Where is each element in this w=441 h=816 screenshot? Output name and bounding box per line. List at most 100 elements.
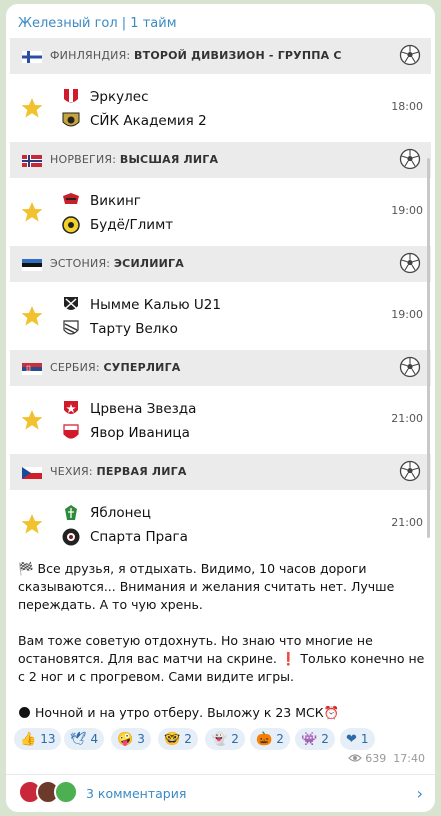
czechia-flag-icon (22, 467, 42, 479)
league-title: СУПЕРЛИГА (103, 361, 181, 374)
finland-flag-icon (22, 51, 42, 63)
team-logo-icon (64, 401, 78, 414)
team-logo-icon (64, 297, 78, 310)
reaction-emoji-icon: ❤ (346, 731, 357, 747)
reaction-count: 2 (321, 732, 329, 746)
league-name: ЧЕХИЯ: ПЕРВАЯ ЛИГА (50, 465, 187, 478)
soccer-ball-icon (399, 252, 421, 274)
team-logo-icon (65, 505, 77, 520)
team-logo-icon (64, 89, 78, 103)
soccer-ball-icon (399, 148, 421, 170)
reaction-count: 4 (90, 732, 99, 746)
serbia-flag-icon (22, 363, 42, 375)
team-name: Викинг (90, 193, 141, 209)
message-time: 17:40 (393, 752, 425, 765)
reaction-emoji-icon: 🕊 (70, 731, 87, 747)
reaction-chip[interactable]: 👻 2 (205, 728, 245, 750)
team-name: Нымме Калью U21 (90, 297, 221, 313)
team-logo-icon (63, 193, 79, 204)
reaction-count: 2 (276, 732, 284, 746)
favorite-star-icon[interactable] (20, 304, 44, 328)
match-row[interactable]: Викинг Будё/Глимт 19:00 (10, 178, 431, 246)
soccer-ball-icon (399, 356, 421, 378)
soccer-ball-icon (399, 460, 421, 482)
league-country: ЭСТОНИЯ: (50, 257, 111, 270)
reactions-bar: 👍 13 🕊 4 🤪 3 🤓 2 👻 2 🎃 2 👾 2 ❤ 1 (14, 728, 434, 752)
favorite-star-icon[interactable] (20, 512, 44, 536)
league-country: ФИНЛЯНДИЯ: (50, 49, 131, 62)
team-name: Тарту Велко (90, 321, 178, 337)
reaction-count: 2 (184, 732, 192, 746)
league-title: ЭСИЛИИГА (113, 257, 184, 270)
team-logo-icon (63, 320, 79, 335)
reaction-chip[interactable]: 🤓 2 (158, 728, 198, 750)
team-name: Эркулес (90, 89, 149, 105)
reaction-chip[interactable]: 👾 2 (295, 728, 335, 750)
league-title: ПЕРВАЯ ЛИГА (96, 465, 187, 478)
message-paragraph: 🌑 Ночной и на утро отберу. Выложу к 23 М… (18, 705, 340, 720)
commenter-avatars[interactable] (18, 780, 88, 808)
league-header: ФИНЛЯНДИЯ: ВТОРОЙ ДИВИЗИОН - ГРУППА С (10, 38, 431, 74)
channel-title[interactable]: Железный гол | 1 тайм (18, 16, 177, 31)
team-name: Спарта Прага (90, 529, 188, 545)
league-name: СЕРБИЯ: СУПЕРЛИГА (50, 361, 181, 374)
league-header: СЕРБИЯ: СУПЕРЛИГА (10, 350, 431, 386)
team-logo-icon (63, 424, 79, 439)
reaction-chip[interactable]: 🎃 2 (250, 728, 290, 750)
reaction-count: 13 (40, 732, 56, 746)
views-eye-icon (347, 754, 362, 762)
match-row[interactable]: Эркулес СЙК Академия 2 18:00 (10, 74, 431, 142)
match-row[interactable]: Нымме Калью U21 Тарту Велко 19:00 (10, 282, 431, 350)
league-country: СЕРБИЯ: (50, 361, 100, 374)
team-name: Црвена Звезда (90, 401, 197, 417)
estonia-flag-icon (22, 259, 42, 271)
soccer-ball-icon (399, 44, 421, 66)
league-header: ЧЕХИЯ: ПЕРВАЯ ЛИГА (10, 454, 431, 490)
team-logo-icon (62, 112, 80, 127)
reaction-chip[interactable]: ❤ 1 (340, 728, 375, 750)
match-time: 19:00 (391, 308, 423, 321)
team-name: Будё/Глимт (90, 217, 174, 233)
league-name: ФИНЛЯНДИЯ: ВТОРОЙ ДИВИЗИОН - ГРУППА С (50, 49, 342, 62)
match-row[interactable]: Яблонец Спарта Прага 21:00 (10, 490, 431, 552)
favorite-star-icon[interactable] (20, 200, 44, 224)
reaction-emoji-icon: 🤪 (117, 731, 134, 747)
match-time: 21:00 (391, 412, 423, 425)
message-meta: 639 17:40 (347, 752, 425, 765)
match-screenshot[interactable]: ФИНЛЯНДИЯ: ВТОРОЙ ДИВИЗИОН - ГРУППА С Эр… (10, 38, 431, 552)
scrollbar[interactable] (427, 158, 430, 538)
team-name: Яблонец (90, 505, 151, 521)
reaction-emoji-icon: 🤓 (164, 731, 181, 747)
reaction-count: 1 (360, 732, 369, 746)
chevron-right-icon[interactable]: › (417, 784, 423, 803)
team-logo-icon (62, 528, 80, 546)
comments-link[interactable]: 3 комментария (86, 786, 186, 801)
favorite-star-icon[interactable] (20, 408, 44, 432)
message-paragraph: Вам тоже советую отдохнуть. Но знаю что … (18, 633, 425, 684)
match-time: 19:00 (391, 204, 423, 217)
reaction-emoji-icon: 👻 (211, 731, 228, 747)
views-count: 639 (365, 752, 387, 765)
team-name: СЙК Академия 2 (90, 113, 207, 129)
reaction-emoji-icon: 👍 (20, 731, 37, 747)
reaction-chip[interactable]: 🤪 3 (111, 728, 151, 750)
league-country: НОРВЕГИЯ: (50, 153, 117, 166)
match-time: 21:00 (391, 516, 423, 529)
reaction-count: 3 (137, 732, 145, 746)
message-paragraph: 🏁 Все друзья, я отдыхать. Видимо, 10 час… (18, 561, 395, 612)
team-name: Явор Иваница (90, 425, 190, 441)
match-time: 18:00 (391, 100, 423, 113)
reaction-count: 2 (231, 732, 239, 746)
reaction-emoji-icon: 👾 (301, 731, 318, 747)
divider (6, 774, 435, 775)
team-logo-icon (62, 216, 80, 234)
reaction-chip[interactable]: 🕊 4 (64, 728, 105, 750)
reaction-chip[interactable]: 👍 13 (14, 728, 62, 750)
match-row[interactable]: Црвена Звезда Явор Иваница 21:00 (10, 386, 431, 454)
avatar (54, 780, 78, 804)
norway-flag-icon (22, 155, 42, 167)
favorite-star-icon[interactable] (20, 96, 44, 120)
league-name: ЭСТОНИЯ: ЭСИЛИИГА (50, 257, 184, 270)
league-country: ЧЕХИЯ: (50, 465, 93, 478)
reaction-emoji-icon: 🎃 (256, 731, 273, 747)
